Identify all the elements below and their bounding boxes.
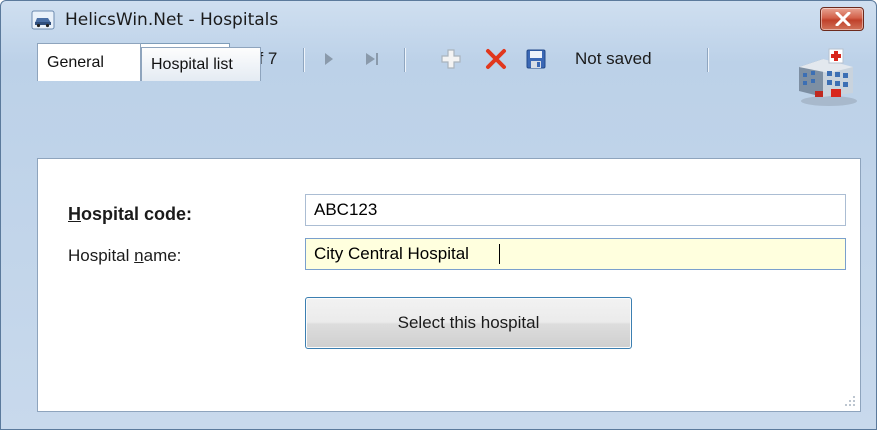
- delete-icon: [486, 49, 506, 69]
- hospital-code-label: Hospital code:: [68, 204, 192, 225]
- delete-record-button[interactable]: [483, 45, 509, 73]
- toolbar-separator: [707, 48, 708, 72]
- hospital-building-icon: [799, 48, 857, 106]
- window-title: HelicsWin.Net - Hospitals: [65, 10, 279, 30]
- general-tab-panel: Hospital code: Hospital name: Select thi…: [37, 158, 861, 412]
- close-icon: [835, 12, 851, 26]
- save-icon: [526, 49, 546, 69]
- close-button[interactable]: [820, 7, 864, 31]
- toolbar-separator: [303, 48, 304, 72]
- hospital-code-field[interactable]: [305, 194, 846, 226]
- add-record-button[interactable]: [439, 45, 463, 73]
- last-record-button[interactable]: [361, 45, 383, 73]
- hospital-name-label: Hospital name:: [68, 246, 181, 266]
- next-record-button[interactable]: [319, 45, 339, 73]
- hospitals-window: HelicsWin.Net - Hospitals of 7: [0, 0, 877, 430]
- select-hospital-button[interactable]: Select this hospital: [305, 297, 632, 349]
- tab-general[interactable]: General: [37, 43, 141, 81]
- title-bar: HelicsWin.Net - Hospitals: [1, 1, 876, 39]
- tab-general-label: General: [47, 54, 104, 71]
- hospital-code-label-text: ospital code:: [81, 204, 193, 224]
- last-record-icon: [366, 53, 378, 65]
- add-icon: [441, 49, 461, 69]
- tab-hospital-list-label: Hospital list: [151, 56, 233, 73]
- toolbar-separator: [404, 48, 405, 72]
- hospital-name-label-pre: Hospital: [68, 246, 135, 265]
- car-icon: [31, 10, 55, 30]
- hospital-name-field[interactable]: [305, 238, 846, 270]
- save-record-button[interactable]: [523, 45, 549, 73]
- hospital-name-label-post: ame:: [143, 246, 182, 265]
- hospital-code-mnemonic: H: [68, 204, 81, 224]
- save-status-label: Not saved: [575, 49, 652, 68]
- resize-grip-icon[interactable]: [842, 393, 856, 407]
- text-caret: [499, 244, 500, 264]
- next-record-icon: [325, 53, 333, 65]
- tab-hospital-list[interactable]: Hospital list: [141, 47, 261, 81]
- hospital-name-mnemonic: n: [134, 246, 144, 265]
